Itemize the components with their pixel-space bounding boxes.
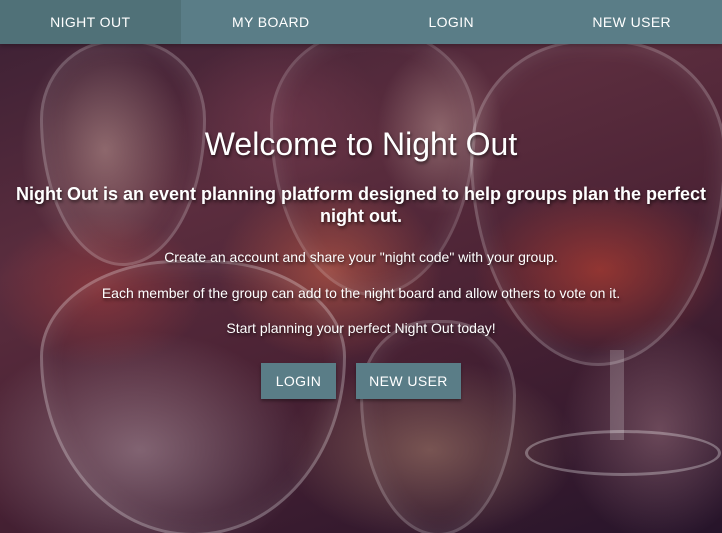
nav-item-night-out[interactable]: NIGHT OUT bbox=[0, 0, 181, 44]
hero-description-line: Each member of the group can add to the … bbox=[101, 285, 621, 301]
hero-description-line: Create an account and share your "night … bbox=[164, 249, 558, 265]
new-user-button[interactable]: NEW USER bbox=[356, 363, 461, 399]
hero-title: Welcome to Night Out bbox=[204, 126, 518, 162]
hero-section: Welcome to Night Out Night Out is an eve… bbox=[0, 44, 722, 533]
nav-item-login[interactable]: LOGIN bbox=[361, 0, 542, 44]
top-navbar: NIGHT OUT MY BOARD LOGIN NEW USER bbox=[0, 0, 722, 44]
nav-item-new-user[interactable]: NEW USER bbox=[542, 0, 722, 44]
hero-subtitle: Night Out is an event planning platform … bbox=[15, 184, 707, 226]
nav-item-my-board[interactable]: MY BOARD bbox=[181, 0, 362, 44]
hero-description-line: Start planning your perfect Night Out to… bbox=[226, 320, 496, 336]
login-button[interactable]: LOGIN bbox=[261, 363, 336, 399]
